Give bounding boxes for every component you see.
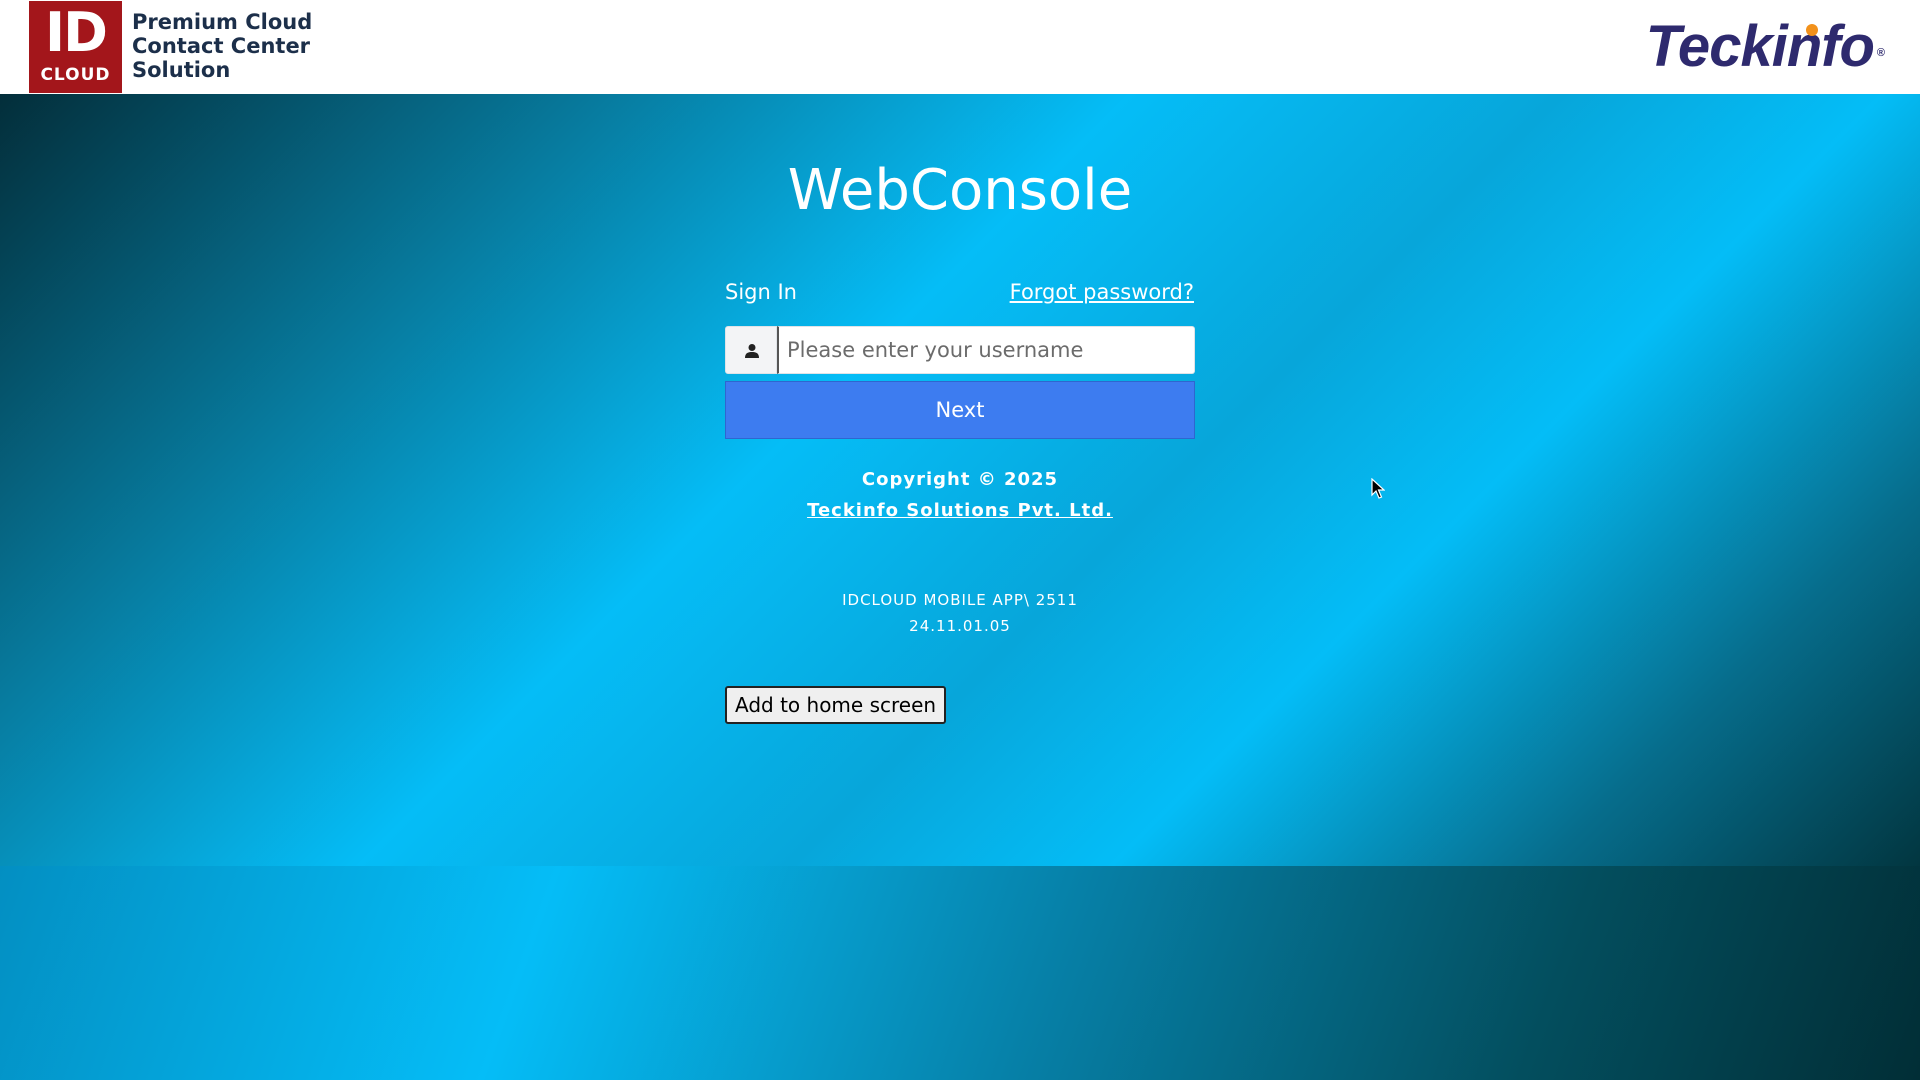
company-link[interactable]: Teckinfo Solutions Pvt. Ltd.: [0, 500, 1920, 521]
tagline: Premium Cloud Contact Center Solution: [132, 10, 352, 82]
idcloud-logo-id: ID: [45, 1, 108, 64]
teckinfo-logo-text: Teckinfo: [1645, 14, 1875, 79]
page-title: WebConsole: [787, 158, 1133, 223]
background-lower: [0, 866, 1920, 1080]
registered-mark: ®: [1876, 47, 1885, 59]
forgot-password-link[interactable]: Forgot password?: [1010, 280, 1194, 304]
tagline-line-3: Solution: [132, 58, 231, 82]
top-header: ID CLOUD Premium Cloud Contact Center So…: [0, 0, 1920, 94]
user-icon: [725, 326, 777, 374]
app-version-label: IDCLOUD MOBILE APP\ 2511: [842, 591, 1078, 609]
app-version-number: 24.11.01.05: [909, 617, 1011, 635]
idcloud-logo-cloud: CLOUD: [40, 65, 111, 85]
tagline-line-1: Premium Cloud: [132, 10, 313, 34]
tagline-line-2: Contact Center: [132, 34, 311, 58]
next-button[interactable]: Next: [725, 381, 1195, 439]
copyright-text: Copyright © 2025: [861, 469, 1059, 490]
username-input[interactable]: [777, 326, 1195, 374]
signin-label: Sign In: [725, 280, 797, 304]
teckinfo-logo-dot: [1805, 24, 1818, 36]
teckinfo-logo: Teckinfo ®: [1645, 14, 1885, 80]
username-input-group: [725, 326, 1195, 374]
add-to-home-screen-button[interactable]: Add to home screen: [725, 686, 947, 724]
idcloud-logo: ID CLOUD: [29, 1, 122, 93]
mouse-pointer-icon: [1371, 477, 1386, 505]
